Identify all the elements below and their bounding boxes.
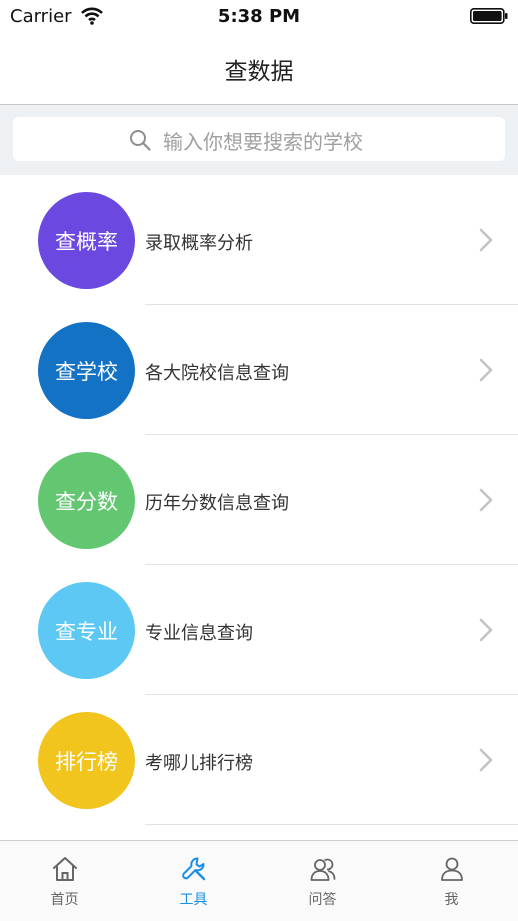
chevron-right-icon [479, 748, 493, 772]
search-icon [130, 130, 151, 151]
list-item-majors[interactable]: 查专业 专业信息查询 [0, 565, 518, 695]
list-item-label: 录取概率分析 [145, 233, 253, 254]
person-icon [440, 857, 463, 881]
list-item-probability[interactable]: 查概率 录取概率分析 [0, 175, 518, 305]
badge-scores: 查分数 [38, 452, 135, 549]
tab-label: 工具 [179, 892, 208, 908]
chevron-right-icon [479, 228, 493, 252]
chevron-right-icon [479, 488, 493, 512]
list-item-ranking[interactable]: 排行榜 考哪儿排行榜 [0, 695, 518, 825]
tab-me[interactable]: 我 [387, 841, 516, 921]
list-item-label: 各大院校信息查询 [145, 363, 289, 384]
list-item-scores[interactable]: 查分数 历年分数信息查询 [0, 435, 518, 565]
people-icon [310, 858, 335, 881]
search-input[interactable]: 输入你想要搜索的学校 [13, 117, 505, 161]
chevron-right-icon [479, 358, 493, 382]
search-area: 输入你想要搜索的学校 [0, 105, 518, 175]
home-icon [52, 857, 77, 881]
list-item-label: 考哪儿排行榜 [145, 753, 253, 774]
badge-majors: 查专业 [38, 582, 135, 679]
navigation-bar: 查数据 [0, 34, 518, 105]
tool-list: 查概率 录取概率分析 查学校 各大院校信息查询 查分数 历年分数信息查询 查专业… [0, 175, 518, 840]
tab-home[interactable]: 首页 [0, 841, 129, 921]
clock: 5:38 PM [217, 6, 301, 27]
chevron-right-icon [479, 618, 493, 642]
badge-schools: 查学校 [38, 322, 135, 419]
list-item-label: 专业信息查询 [145, 623, 253, 644]
tab-label: 我 [444, 892, 459, 908]
page-title: 查数据 [224, 59, 294, 85]
badge-probability: 查概率 [38, 192, 135, 289]
list-item-label: 历年分数信息查询 [145, 493, 289, 514]
tab-label: 首页 [50, 892, 79, 908]
tab-qa[interactable]: 问答 [258, 841, 387, 921]
wrench-icon [181, 857, 205, 881]
battery-icon [470, 8, 508, 24]
tab-bar: 首页 工具 问答 我 [0, 840, 518, 921]
status-bar: Carrier 5:38 PM [0, 0, 518, 34]
tab-label: 问答 [308, 892, 337, 908]
separator [145, 824, 518, 825]
search-placeholder: 输入你想要搜索的学校 [163, 130, 363, 154]
badge-ranking: 排行榜 [38, 712, 135, 809]
list-item-schools[interactable]: 查学校 各大院校信息查询 [0, 305, 518, 435]
tab-tools[interactable]: 工具 [129, 841, 258, 921]
